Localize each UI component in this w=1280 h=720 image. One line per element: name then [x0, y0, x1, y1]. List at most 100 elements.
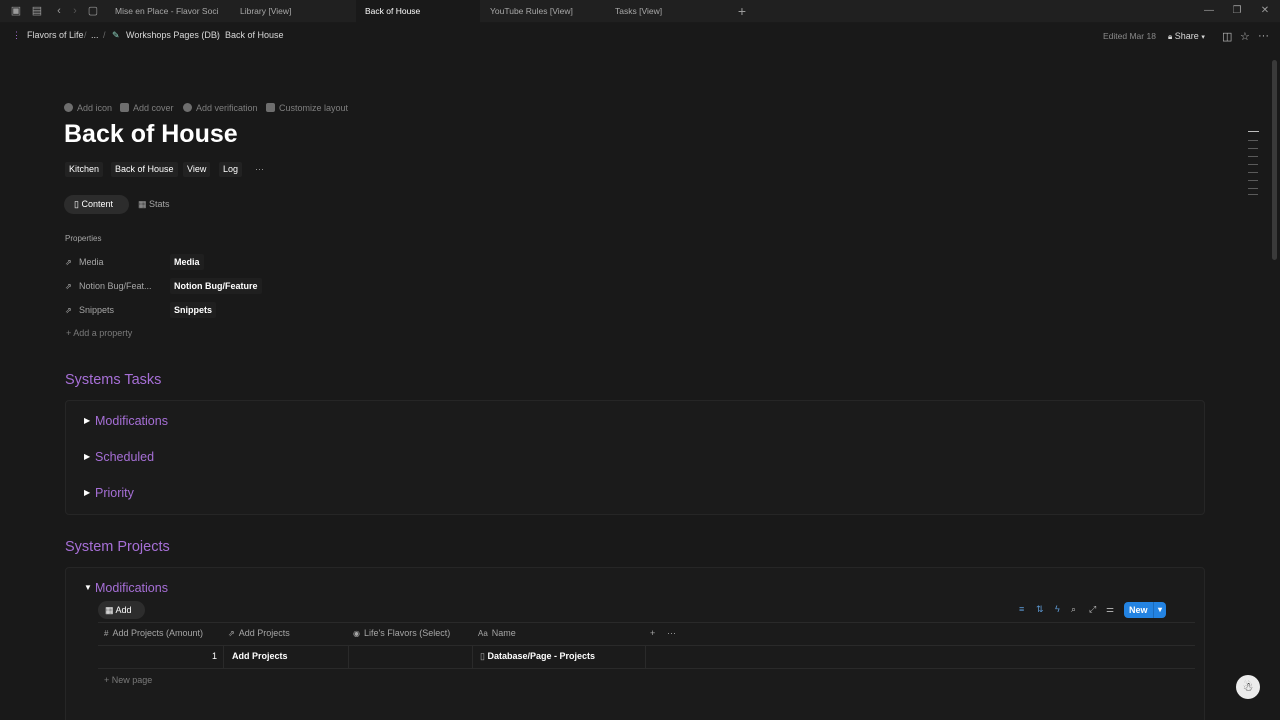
add-icon-button[interactable]: Add icon: [64, 103, 112, 113]
edited-timestamp: Edited Mar 18: [1103, 31, 1156, 41]
tab-content[interactable]: ▯ Content: [64, 195, 129, 214]
toggle-modifications[interactable]: ▶ Modifications: [84, 414, 168, 428]
expand-icon[interactable]: ⤢: [1089, 604, 1096, 615]
new-page-label: New page: [111, 675, 153, 685]
tab-mise-en-place[interactable]: Mise en Place - Flavor Societ: [106, 0, 218, 23]
column-label: Life's Flavors (Select): [363, 628, 451, 638]
search-icon[interactable]: ⌕: [1071, 604, 1076, 615]
new-page-button[interactable]: + New page: [104, 675, 152, 685]
breadcrumb-separator: /: [103, 30, 106, 40]
add-column-icon[interactable]: +: [650, 628, 655, 638]
add-view-label: Add: [115, 605, 132, 615]
back-icon[interactable]: ‹: [52, 4, 66, 18]
add-cover-button[interactable]: Add cover: [120, 103, 174, 113]
property-label: Snippets: [79, 305, 115, 315]
share-button[interactable]: 🔒︎ Share ▾: [1164, 28, 1215, 45]
toc-line[interactable]: [1248, 140, 1258, 141]
more-icon[interactable]: ···: [1258, 30, 1269, 42]
restore-icon[interactable]: ❐: [1222, 0, 1252, 22]
tab-tasks[interactable]: Tasks [View]: [606, 0, 730, 23]
notifications-icon[interactable]: ▤: [30, 4, 44, 18]
toc-line[interactable]: [1248, 156, 1258, 157]
toggle-priority[interactable]: ▶ Priority: [84, 486, 134, 500]
toc-line[interactable]: [1248, 172, 1258, 173]
cell-amount[interactable]: 1: [212, 651, 217, 661]
breadcrumb-current[interactable]: Back of House: [225, 30, 284, 40]
toc-line[interactable]: [1248, 180, 1258, 181]
triangle-right-icon[interactable]: ▶: [84, 416, 95, 425]
help-avatar-icon[interactable]: ☃: [1236, 675, 1260, 699]
automation-icon[interactable]: ϟ: [1055, 604, 1060, 614]
properties-heading: Properties: [65, 234, 102, 243]
star-icon[interactable]: ☆: [1240, 30, 1250, 43]
sort-icon[interactable]: ⇅: [1036, 604, 1044, 615]
property-bug-feature-label[interactable]: ⇗ Notion Bug/Feat...: [65, 281, 165, 291]
scrollbar[interactable]: [1272, 60, 1277, 260]
add-property-button[interactable]: + Add a property: [66, 328, 132, 338]
system-projects-heading[interactable]: System Projects: [65, 539, 170, 555]
forward-icon[interactable]: ›: [68, 4, 82, 18]
property-media-value[interactable]: Media: [170, 254, 204, 270]
column-header-flavors[interactable]: ◉ Life's Flavors (Select): [353, 628, 450, 638]
share-label: Share: [1174, 31, 1199, 41]
triangle-right-icon[interactable]: ▶: [84, 452, 95, 461]
select-icon: ◉: [353, 629, 360, 638]
tab-youtube-rules[interactable]: YouTube Rules [View]: [481, 0, 605, 23]
toc-line[interactable]: [1248, 148, 1258, 149]
customize-layout-label: Customize layout: [279, 103, 349, 113]
property-media-label[interactable]: ⇗ Media: [65, 257, 165, 267]
toc-line[interactable]: [1248, 194, 1258, 195]
cell-name[interactable]: ▯ Database/Page - Projects: [480, 651, 595, 662]
toggle-scheduled[interactable]: ▶ Scheduled: [84, 450, 154, 464]
property-bug-feature-value[interactable]: Notion Bug/Feature: [170, 278, 262, 294]
tag-log[interactable]: Log: [219, 162, 243, 177]
tag-view[interactable]: View: [183, 162, 211, 177]
new-tab-icon[interactable]: +: [735, 4, 749, 18]
chevron-down-icon[interactable]: ▾: [1153, 602, 1166, 618]
property-snippets-value[interactable]: Snippets: [170, 302, 217, 318]
folder-icon[interactable]: ▢: [86, 4, 100, 18]
cell-projects[interactable]: Add Projects: [232, 651, 288, 661]
column-header-projects[interactable]: ⇗ Add Projects: [228, 628, 290, 638]
add-verification-button[interactable]: Add verification: [183, 103, 258, 113]
systems-tasks-heading[interactable]: Systems Tasks: [65, 372, 161, 388]
cell-divider: [645, 645, 646, 668]
tab-library[interactable]: Library [View]: [231, 0, 355, 23]
breadcrumb-ellipsis[interactable]: ...: [91, 30, 99, 40]
minimize-icon[interactable]: —: [1194, 0, 1224, 22]
breadcrumb-parent[interactable]: Workshops Pages (DB): [126, 30, 220, 40]
tab-stats[interactable]: ▦ Stats: [138, 199, 170, 210]
workspace-icon: ⋮: [12, 30, 21, 40]
column-header-amount[interactable]: # Add Projects (Amount): [104, 628, 203, 638]
triangle-right-icon[interactable]: ▶: [84, 488, 95, 497]
customize-layout-button[interactable]: Customize layout: [266, 103, 348, 113]
top-nav: ⋮ Flavors of Life / ... / ✎ Workshops Pa…: [0, 23, 1280, 51]
column-header-name[interactable]: Aa Name: [478, 628, 516, 638]
more-tags-icon[interactable]: ···: [251, 162, 268, 177]
breadcrumb-separator: /: [84, 30, 87, 40]
toc-line[interactable]: [1248, 164, 1258, 165]
page-title[interactable]: Back of House: [64, 120, 238, 149]
tag-kitchen[interactable]: Kitchen: [65, 162, 104, 177]
breadcrumb-workspace[interactable]: Flavors of Life: [27, 30, 84, 40]
column-more-icon[interactable]: ···: [667, 628, 676, 638]
add-view-button[interactable]: ▦ Add: [98, 601, 145, 619]
add-verification-label: Add verification: [196, 103, 258, 113]
tag-back-of-house[interactable]: Back of House: [111, 162, 178, 177]
toc-line[interactable]: [1248, 188, 1258, 189]
new-button[interactable]: New ▾: [1124, 602, 1166, 618]
systems-tasks-callout: ▶ Modifications ▶ Scheduled ▶ Priority: [65, 400, 1205, 515]
toggle-modifications-open[interactable]: ▼ Modifications: [84, 581, 168, 595]
relation-icon: ⇗: [228, 629, 235, 638]
column-label: Add Projects (Amount): [112, 628, 203, 638]
tab-bar: ▣ ▤ ‹ › ▢ Mise en Place - Flavor Societ …: [0, 0, 1280, 23]
close-icon[interactable]: ✕: [1250, 0, 1280, 22]
panel-icon[interactable]: ◫: [1222, 30, 1232, 43]
settings-icon[interactable]: ⚌: [1106, 604, 1114, 615]
tab-back-of-house[interactable]: Back of House: [356, 0, 480, 23]
property-snippets-label[interactable]: ⇗ Snippets: [65, 305, 165, 315]
filter-icon[interactable]: ≡: [1019, 604, 1024, 614]
toc-line[interactable]: [1248, 131, 1259, 132]
sidebar-toggle-icon[interactable]: ▣: [9, 4, 23, 18]
triangle-down-icon[interactable]: ▼: [84, 583, 95, 592]
